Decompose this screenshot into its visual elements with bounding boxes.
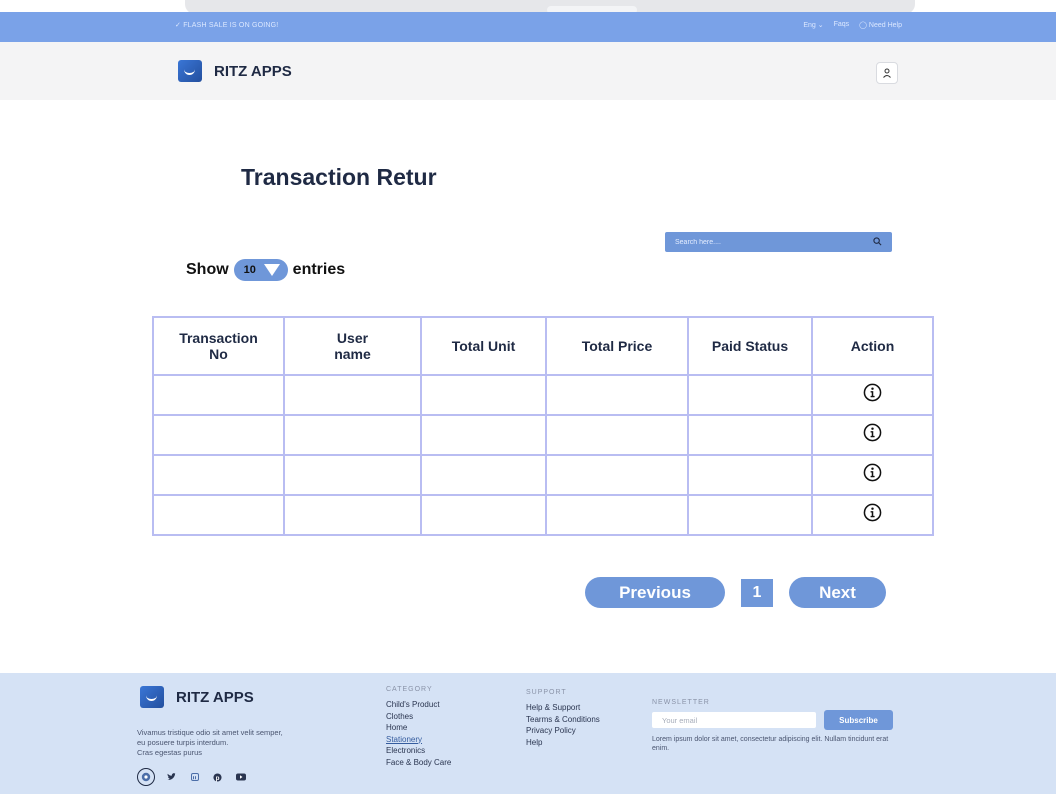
dropdown-arrow-icon bbox=[263, 264, 280, 276]
show-label: Show bbox=[186, 261, 229, 278]
table-cell bbox=[687, 414, 813, 456]
newsletter-email-input[interactable] bbox=[652, 712, 816, 728]
brand-name: RITZ APPS bbox=[214, 62, 292, 80]
info-icon[interactable] bbox=[863, 503, 882, 527]
table-cell bbox=[283, 494, 422, 536]
social-links: p bbox=[137, 768, 247, 786]
action-cell bbox=[811, 494, 934, 536]
category-link-active[interactable]: Stationery bbox=[386, 734, 451, 746]
table-row bbox=[152, 414, 934, 456]
transactions-table: Transaction No User name Total Unit Total … bbox=[152, 316, 934, 536]
newsletter-heading: NEWSLETTER bbox=[652, 699, 710, 706]
support-link[interactable]: Privacy Policy bbox=[526, 725, 600, 737]
footer-brand-name: RITZ APPS bbox=[176, 688, 254, 706]
table-cell bbox=[420, 414, 547, 456]
table-row bbox=[152, 454, 934, 496]
footer-newsletter-heading-wrap: NEWSLETTER bbox=[652, 699, 710, 712]
twitter-icon[interactable] bbox=[165, 771, 178, 784]
table-cell bbox=[283, 454, 422, 496]
support-link[interactable]: Tearms & Conditions bbox=[526, 714, 600, 726]
page-number[interactable]: 1 bbox=[741, 578, 773, 607]
col-header-total-price: Total Price bbox=[545, 316, 689, 376]
newsletter-text: Lorem ipsum dolor sit amet, consectetur … bbox=[652, 736, 889, 752]
brand-logo[interactable]: RITZ APPS bbox=[178, 60, 292, 82]
table-cell bbox=[152, 454, 285, 496]
action-cell bbox=[811, 454, 934, 496]
category-link[interactable]: Clothes bbox=[386, 711, 451, 723]
category-heading: CATEGORY bbox=[386, 686, 433, 693]
site-footer: RITZ APPS Vivamus tristique odio sit ame… bbox=[0, 673, 1056, 794]
youtube-icon[interactable] bbox=[234, 771, 247, 784]
table-cell bbox=[687, 374, 813, 416]
col-header-paid-status: Paid Status bbox=[687, 316, 813, 376]
info-icon[interactable] bbox=[863, 423, 882, 447]
table-cell bbox=[152, 494, 285, 536]
entries-label: entries bbox=[292, 261, 346, 278]
support-heading: SUPPORT bbox=[526, 689, 567, 696]
entries-select[interactable]: 10 bbox=[233, 259, 288, 281]
faqs-link[interactable]: Faqs bbox=[834, 21, 850, 29]
info-icon[interactable] bbox=[863, 383, 882, 407]
table-cell bbox=[283, 374, 422, 416]
table-cell bbox=[545, 494, 689, 536]
language-selector[interactable]: Eng ⌄ bbox=[803, 21, 823, 29]
table-cell bbox=[420, 494, 547, 536]
category-link[interactable]: Electronics bbox=[386, 745, 451, 757]
user-icon bbox=[883, 68, 891, 78]
category-link[interactable]: Child's Product bbox=[386, 699, 451, 711]
previous-button[interactable]: Previous bbox=[585, 577, 725, 608]
table-row bbox=[152, 494, 934, 536]
table-cell bbox=[545, 454, 689, 496]
category-link[interactable]: Face & Body Care bbox=[386, 757, 451, 769]
user-account-button[interactable] bbox=[876, 62, 898, 84]
table-cell bbox=[545, 374, 689, 416]
footer-description: Vivamus tristique odio sit amet velit se… bbox=[137, 728, 283, 757]
table-cell bbox=[152, 414, 285, 456]
support-link[interactable]: Help bbox=[526, 737, 600, 749]
table-cell bbox=[545, 414, 689, 456]
need-help-link[interactable]: ◯ Need Help bbox=[859, 21, 902, 29]
table-cell bbox=[283, 414, 422, 456]
col-header-user-name: User name bbox=[283, 316, 422, 376]
search-icon[interactable] bbox=[873, 237, 882, 246]
action-cell bbox=[811, 374, 934, 416]
top-links: Eng ⌄ Faqs ◯ Need Help bbox=[803, 21, 902, 29]
logo-mark-icon bbox=[140, 686, 164, 708]
svg-text:p: p bbox=[216, 774, 220, 781]
search-bar bbox=[665, 232, 892, 252]
table-cell bbox=[420, 374, 547, 416]
table-cell bbox=[687, 454, 813, 496]
col-header-total-unit: Total Unit bbox=[420, 316, 547, 376]
instagram-icon[interactable] bbox=[137, 768, 155, 786]
site-header: RITZ APPS bbox=[0, 42, 1056, 100]
footer-category-column: CATEGORY Child's Product Clothes Home St… bbox=[386, 686, 451, 768]
entries-value: 10 bbox=[243, 264, 256, 276]
support-link[interactable]: Help & Support bbox=[526, 702, 600, 714]
category-link[interactable]: Home bbox=[386, 722, 451, 734]
table-cell bbox=[420, 454, 547, 496]
linkedin-icon[interactable] bbox=[188, 771, 201, 784]
info-icon[interactable] bbox=[863, 463, 882, 487]
col-header-action: Action bbox=[811, 316, 934, 376]
table-cell bbox=[687, 494, 813, 536]
announcement-bar: ✓ FLASH SALE IS ON GOING! Eng ⌄ Faqs ◯ N… bbox=[0, 12, 1056, 42]
footer-brand-logo[interactable]: RITZ APPS bbox=[140, 686, 254, 708]
search-input[interactable] bbox=[665, 232, 865, 252]
pagination: Previous 1 Next bbox=[585, 577, 886, 608]
entries-control: Show 10 entries bbox=[186, 259, 345, 281]
flash-sale-text: ✓ FLASH SALE IS ON GOING! bbox=[175, 22, 279, 29]
table-row bbox=[152, 374, 934, 416]
pinterest-icon[interactable]: p bbox=[211, 771, 224, 784]
action-cell bbox=[811, 414, 934, 456]
table-cell bbox=[152, 374, 285, 416]
subscribe-button[interactable]: Subscribe bbox=[824, 710, 893, 730]
col-header-transaction-no: Transaction No bbox=[152, 316, 285, 376]
logo-mark-icon bbox=[178, 60, 202, 82]
next-button[interactable]: Next bbox=[789, 577, 886, 608]
table-header-row: Transaction No User name Total Unit Total … bbox=[152, 316, 934, 376]
footer-support-column: SUPPORT Help & Support Tearms & Conditio… bbox=[526, 689, 600, 748]
page-title: Transaction Retur bbox=[241, 164, 437, 190]
